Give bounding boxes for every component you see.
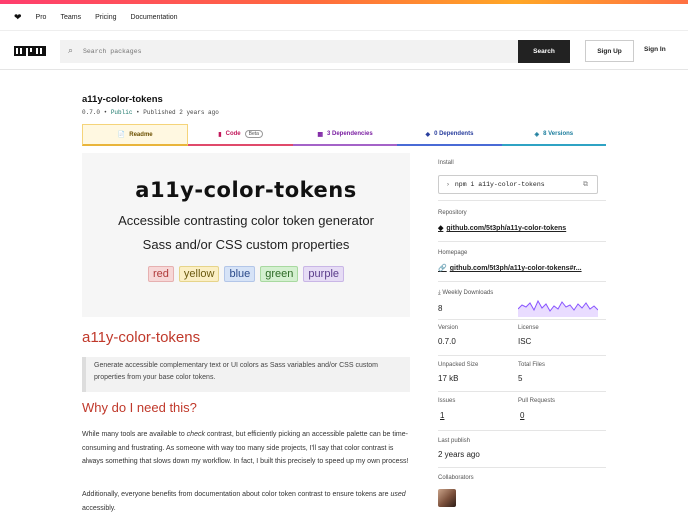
package-meta: 0.7.0 • Public • Published 2 years ago xyxy=(82,109,219,116)
tab-code[interactable]: ▮ Code Beta xyxy=(188,124,293,146)
version-label: Version xyxy=(438,325,459,331)
pull-requests-link[interactable]: 0 xyxy=(520,411,524,420)
downloads-sparkline xyxy=(518,299,598,317)
collaborators-label: Collaborators xyxy=(438,475,474,481)
para2-text-a: Additionally, everyone benefits from doc… xyxy=(82,491,391,498)
sidebar-divider xyxy=(438,430,606,431)
readme-blockquote: Generate accessible complementary text o… xyxy=(82,357,410,392)
git-icon: ◆ xyxy=(438,225,444,232)
npm-logo[interactable] xyxy=(14,46,46,56)
nav-link-teams[interactable]: Teams xyxy=(60,14,81,21)
color-chips: red yellow blue green purple xyxy=(82,266,410,282)
sign-in-link[interactable]: Sign In xyxy=(644,46,666,53)
heart-icon[interactable]: ❤ xyxy=(14,12,22,23)
dependents-icon: ◆ xyxy=(425,131,431,138)
tab-code-label: Code xyxy=(225,131,241,137)
search-box: ⌕ xyxy=(60,40,518,63)
repository-link[interactable]: ◆ github.com/5t3ph/a11y-color-tokens xyxy=(438,224,566,232)
tab-dependencies-label: 3 Dependencies xyxy=(327,131,373,137)
repository-label: Repository xyxy=(438,210,467,216)
readme-paragraph-1: While many tools are available to check … xyxy=(82,428,412,469)
banner-title: a11y-color-tokens xyxy=(135,178,357,202)
terminal-chevron-icon: › xyxy=(446,181,450,188)
sidebar-divider xyxy=(438,391,606,392)
weekly-downloads-value: 8 xyxy=(438,304,443,313)
search-header: ⌕ Search Sign Up Sign In xyxy=(0,30,688,70)
search-icon: ⌕ xyxy=(68,45,74,55)
homepage-label: Homepage xyxy=(438,250,468,256)
banner-subtitle-2: Sass and/or CSS custom properties xyxy=(142,237,350,252)
para1-text-a: While many tools are available to xyxy=(82,431,187,438)
readme-icon: 📄 xyxy=(117,132,126,138)
top-nav: ❤ Pro Teams Pricing Documentation xyxy=(0,4,688,30)
sidebar-divider xyxy=(438,200,606,201)
search-input[interactable] xyxy=(83,40,503,63)
tab-dependents-label: 0 Dependents xyxy=(434,131,474,137)
tab-versions[interactable]: ◈ 8 Versions xyxy=(501,124,607,146)
license-value: ISC xyxy=(518,337,532,346)
nav-link-pricing[interactable]: Pricing xyxy=(95,14,116,21)
search-button[interactable]: Search xyxy=(518,40,570,63)
readme-banner-image: a11y-color-tokens Accessible contrasting… xyxy=(82,153,410,317)
copy-icon[interactable]: ⧉ xyxy=(583,181,588,189)
readme-heading: a11y-color-tokens xyxy=(82,329,201,346)
color-chip-blue: blue xyxy=(224,266,256,282)
install-command[interactable]: › npm i a11y-color-tokens ⧉ xyxy=(438,175,598,194)
total-files-label: Total Files xyxy=(518,362,546,368)
npm-logo-mark xyxy=(14,46,46,56)
color-chip-red: red xyxy=(148,266,174,282)
weekly-downloads-label: ⤓ Weekly Downloads xyxy=(438,290,493,297)
readme-paragraph-2: Additionally, everyone benefits from doc… xyxy=(82,488,412,512)
package-published: Published 2 years ago xyxy=(143,109,219,116)
license-label: License xyxy=(518,325,539,331)
nav-link-documentation[interactable]: Documentation xyxy=(130,14,177,21)
color-chip-green: green xyxy=(260,266,299,282)
tab-readme[interactable]: 📄 Readme xyxy=(82,124,189,146)
para2-emphasis: used xyxy=(390,491,406,498)
package-visibility: Public xyxy=(110,109,133,116)
package-tabs: 📄 Readme ▮ Code Beta ▦ 3 Dependencies ◆ … xyxy=(82,124,607,146)
tab-dependents[interactable]: ◆ 0 Dependents xyxy=(397,124,502,146)
total-files-value: 5 xyxy=(518,374,523,383)
why-heading: Why do I need this? xyxy=(82,400,197,415)
beta-badge: Beta xyxy=(244,130,263,138)
tab-readme-label: Readme xyxy=(129,131,153,138)
code-file-icon: ▮ xyxy=(218,131,222,138)
dependencies-icon: ▦ xyxy=(317,131,323,138)
version-value: 0.7.0 xyxy=(438,337,456,346)
last-publish-label: Last publish xyxy=(438,438,471,444)
package-title: a11y-color-tokens xyxy=(82,94,163,105)
sidebar-divider xyxy=(438,241,606,242)
unpacked-size-value: 17 kB xyxy=(438,374,459,383)
link-icon: 🔗 xyxy=(438,265,447,272)
issues-label: Issues xyxy=(438,398,456,404)
repository-link-text: github.com/5t3ph/a11y-color-tokens xyxy=(446,225,567,232)
pull-requests-label: Pull Requests xyxy=(518,398,556,404)
para2-text-b: accessibly. xyxy=(82,504,116,512)
last-publish-value: 2 years ago xyxy=(438,450,480,459)
unpacked-size-label: Unpacked Size xyxy=(438,362,479,368)
install-label: Install xyxy=(438,160,454,166)
weekly-downloads-label-text: Weekly Downloads xyxy=(442,290,494,296)
sidebar-divider xyxy=(438,467,606,468)
homepage-link-text: github.com/5t3ph/a11y-color-tokens#r... xyxy=(449,265,582,272)
homepage-link[interactable]: 🔗 github.com/5t3ph/a11y-color-tokens#r... xyxy=(438,264,582,272)
color-chip-yellow: yellow xyxy=(178,266,220,282)
sidebar-divider xyxy=(438,281,606,282)
versions-icon: ◈ xyxy=(534,131,540,138)
color-chip-purple: purple xyxy=(303,266,344,282)
sign-up-button[interactable]: Sign Up xyxy=(585,40,634,62)
para1-emphasis: check xyxy=(186,431,205,438)
tab-dependencies[interactable]: ▦ 3 Dependencies xyxy=(292,124,398,146)
banner-subtitle-1: Accessible contrasting color token gener… xyxy=(118,213,374,228)
install-command-text: npm i a11y-color-tokens xyxy=(454,181,545,188)
collaborator-avatar[interactable] xyxy=(438,489,456,507)
sidebar-divider xyxy=(438,355,606,356)
sidebar-divider xyxy=(438,319,606,320)
nav-link-pro[interactable]: Pro xyxy=(36,14,47,21)
package-version: 0.7.0 xyxy=(82,109,101,116)
issues-link[interactable]: 1 xyxy=(440,411,444,420)
tab-versions-label: 8 Versions xyxy=(543,131,574,137)
